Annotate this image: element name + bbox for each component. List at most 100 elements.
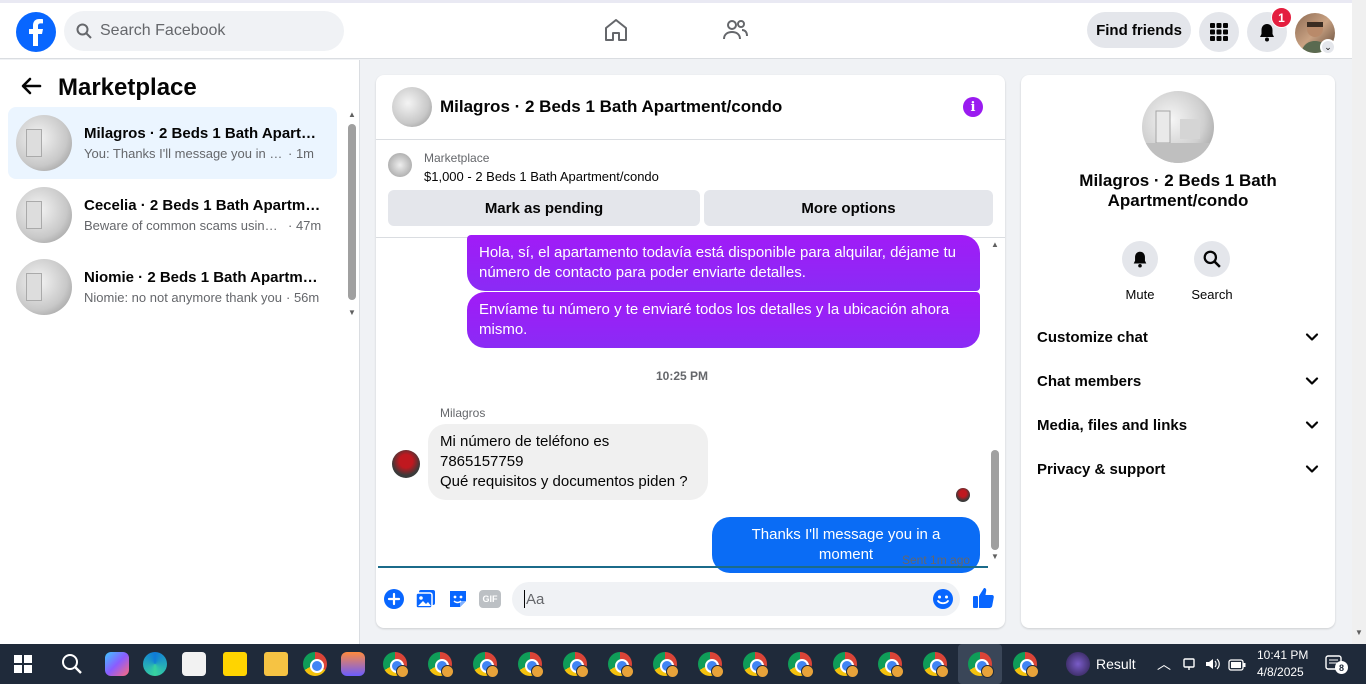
search-input[interactable]: Search Facebook — [64, 11, 344, 51]
sticker-icon[interactable] — [447, 588, 469, 610]
message-incoming[interactable]: Mi número de teléfono es 7865157759 Qué … — [428, 424, 708, 500]
chrome-profile-icon[interactable] — [383, 652, 409, 678]
chrome-profile-icon[interactable] — [788, 652, 814, 678]
media-files-links-section[interactable]: Media, files and links — [1037, 407, 1319, 443]
sender-name: Milagros — [440, 406, 486, 420]
copilot-icon[interactable] — [105, 652, 129, 676]
emoji-icon[interactable] — [932, 588, 954, 610]
notification-center-count: 8 — [1335, 661, 1348, 674]
listing-thumbnail — [16, 187, 72, 243]
search-icon[interactable] — [1194, 241, 1230, 277]
chrome-profile-icon[interactable] — [428, 652, 454, 678]
chat-scrollbar[interactable]: ▲ ▼ — [988, 240, 1002, 565]
message-incoming-line: Mi número de teléfono es 7865157759 — [440, 433, 610, 470]
sender-avatar[interactable] — [392, 450, 420, 478]
mark-as-pending-button[interactable]: Mark as pending — [388, 190, 700, 226]
chrome-profile-icon-active[interactable] — [968, 652, 994, 678]
app-icon[interactable] — [341, 652, 365, 676]
customize-chat-section[interactable]: Customize chat — [1037, 319, 1319, 355]
chrome-profile-icon[interactable] — [923, 652, 949, 678]
chrome-profile-icon[interactable] — [878, 652, 904, 678]
sticky-notes-icon[interactable] — [223, 652, 247, 676]
network-icon[interactable] — [1182, 657, 1196, 676]
account-chevron-down-icon[interactable]: ⌄ — [1320, 39, 1336, 55]
windows-start-icon[interactable] — [14, 655, 32, 678]
result-app-icon[interactable] — [1066, 652, 1090, 676]
info-icon[interactable]: i — [963, 97, 983, 117]
message-outgoing[interactable]: Envíame tu número y te enviaré todos los… — [467, 292, 980, 348]
chrome-profile-icon[interactable] — [743, 652, 769, 678]
find-friends-button[interactable]: Find friends — [1087, 12, 1191, 48]
chat-members-section[interactable]: Chat members — [1037, 363, 1319, 399]
edge-browser-icon[interactable] — [143, 652, 167, 676]
like-thumbs-up-icon[interactable] — [971, 586, 994, 608]
chat-avatar[interactable] — [392, 87, 432, 127]
chat-panel: Milagros · 2 Beds 1 Bath Apartment/condo… — [376, 75, 1005, 628]
gif-icon[interactable]: GIF — [479, 590, 501, 608]
chrome-profile-icon[interactable] — [833, 652, 859, 678]
chevron-down-icon — [1305, 421, 1319, 429]
message-incoming-line: Qué requisitos y documentos piden ? — [440, 473, 688, 490]
message-outgoing[interactable]: Hola, sí, el apartamento todavía está di… — [467, 235, 980, 291]
more-options-button[interactable]: More options — [704, 190, 993, 226]
section-label: Customize chat — [1037, 328, 1148, 346]
chat-title[interactable]: Milagros · 2 Beds 1 Bath Apartment/condo — [440, 97, 782, 117]
conversation-item-milagros[interactable]: Milagros · 2 Beds 1 Bath Apartment/condo… — [8, 107, 337, 179]
mute-label: Mute — [1125, 287, 1155, 302]
chrome-profile-icon[interactable] — [608, 652, 634, 678]
listing-avatar[interactable] — [1142, 91, 1214, 163]
conversation-preview: You: Thanks I'll message you in a moment — [84, 146, 284, 161]
add-plus-icon[interactable] — [383, 588, 405, 610]
page-scrollbar[interactable]: ▼ — [1352, 0, 1366, 644]
file-explorer-icon[interactable] — [264, 652, 288, 676]
listing-thumbnail — [16, 259, 72, 315]
volume-icon[interactable] — [1204, 656, 1220, 677]
clock-date: 4/8/2025 — [1257, 665, 1304, 679]
back-arrow-icon[interactable] — [20, 75, 42, 102]
chevron-up-icon[interactable]: ︿ — [1157, 654, 1171, 674]
search-label: Search — [1191, 287, 1233, 302]
privacy-support-section[interactable]: Privacy & support — [1037, 451, 1319, 487]
chevron-down-icon — [1305, 333, 1319, 341]
gif-label: GIF — [482, 594, 498, 604]
composer-placeholder: Aa — [526, 590, 545, 608]
facebook-logo-icon[interactable] — [16, 12, 56, 52]
home-icon[interactable] — [603, 17, 629, 48]
listing-thumbnail — [16, 115, 72, 171]
details-title: Milagros · 2 Beds 1 Bath Apartment/condo — [1079, 171, 1277, 210]
chrome-profile-icon[interactable] — [473, 652, 499, 678]
chrome-icon[interactable] — [303, 652, 327, 676]
page-title: Marketplace — [58, 74, 197, 101]
system-clock[interactable]: 10:41 PM 4/8/2025 — [1257, 647, 1308, 681]
chrome-profile-icon[interactable] — [518, 652, 544, 678]
message-timestamp: 10:25 PM — [655, 369, 709, 383]
taskbar-search-icon[interactable] — [61, 653, 83, 680]
message-input[interactable]: Aa — [512, 582, 960, 616]
chrome-profile-icon[interactable] — [653, 652, 679, 678]
chrome-profile-icon[interactable] — [1013, 652, 1039, 678]
chevron-down-icon — [1305, 465, 1319, 473]
chrome-profile-icon[interactable] — [563, 652, 589, 678]
listing-thumbnail — [388, 153, 412, 177]
paint-icon[interactable] — [182, 652, 206, 676]
mute-bell-icon[interactable] — [1122, 241, 1158, 277]
mute-action[interactable]: Mute — [1110, 241, 1170, 302]
battery-icon[interactable] — [1228, 658, 1246, 676]
photo-attach-icon[interactable] — [415, 588, 437, 610]
conversation-name: Cecelia · 2 Beds 1 Bath Apartment/condo — [84, 197, 324, 214]
friends-icon[interactable] — [722, 17, 748, 48]
sidebar-scrollbar[interactable]: ▲ ▼ — [346, 110, 358, 320]
conversation-name: Milagros · 2 Beds 1 Bath Apartment/condo — [84, 125, 324, 142]
section-label: Privacy & support — [1037, 460, 1166, 478]
search-action[interactable]: Search — [1182, 241, 1242, 302]
result-label[interactable]: Result — [1096, 656, 1136, 672]
conversation-item-niomie[interactable]: Niomie · 2 Beds 1 Bath Apartment/condo N… — [8, 251, 337, 323]
menu-grid-icon[interactable] — [1199, 12, 1239, 52]
conversation-item-cecelia[interactable]: Cecelia · 2 Beds 1 Bath Apartment/condo … — [8, 179, 337, 251]
chat-header: Milagros · 2 Beds 1 Bath Apartment/condo… — [376, 75, 1005, 140]
marketplace-listing-card[interactable]: Marketplace $1,000 - 2 Beds 1 Bath Apart… — [388, 151, 659, 184]
notification-center-icon[interactable]: 8 — [1325, 655, 1348, 678]
chrome-profile-icon[interactable] — [698, 652, 724, 678]
search-icon — [76, 23, 92, 39]
chevron-down-icon — [1305, 377, 1319, 385]
